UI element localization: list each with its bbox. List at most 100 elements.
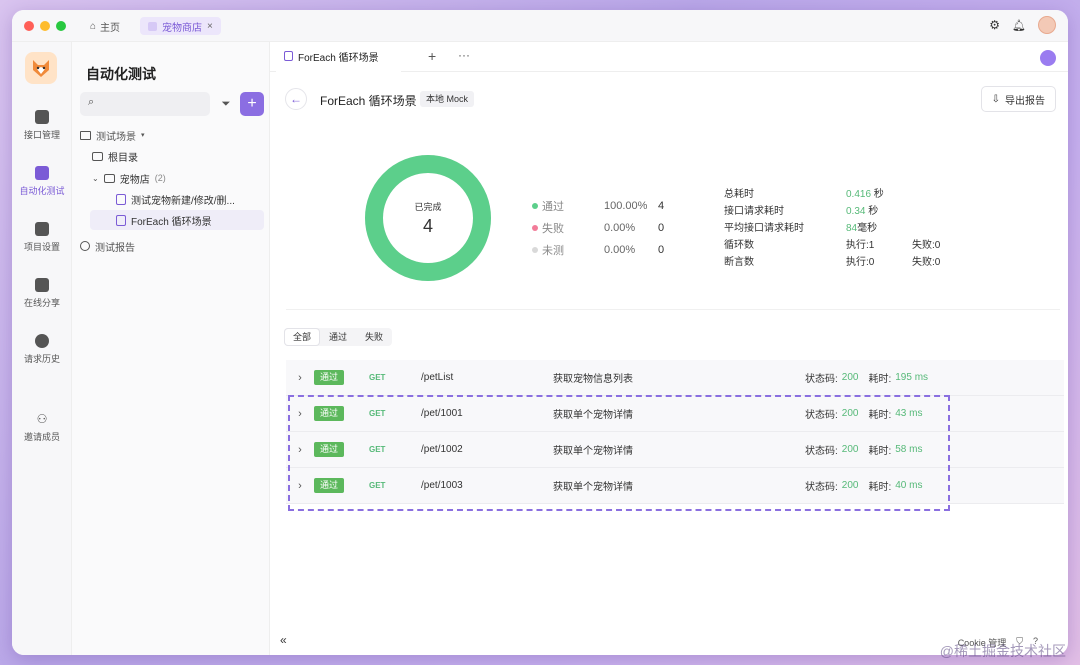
stat-value: 0.34	[846, 206, 866, 217]
sidebar-item-label: 邀请成员	[23, 432, 60, 442]
bell-icon[interactable]: 🔔︎	[1012, 19, 1026, 32]
request-method: GET	[369, 373, 386, 382]
stat-request-time: 接口请求耗时 0.34 秒	[724, 201, 940, 218]
legend-label: 通过	[542, 201, 564, 213]
titlebar: ⌂ 主页 宠物商店 × ⚙ 🔔︎	[12, 10, 1068, 42]
scenario-file-icon	[284, 51, 293, 61]
filter-tab-pass[interactable]: 通过	[321, 329, 355, 345]
filter-tab-fail[interactable]: 失败	[357, 329, 391, 345]
folder-icon	[92, 151, 103, 161]
legend-count: 4	[658, 200, 665, 212]
tab-pet-shop[interactable]: 宠物商店 ×	[140, 17, 221, 35]
sidebar-item-label: 在线分享	[23, 298, 60, 308]
watermark: @稀土掘金技术社区	[939, 643, 1066, 659]
stat-loops: 循环数 执行:1 失败:0	[724, 235, 940, 252]
stats-list: 总耗时 0.416 秒 接口请求耗时 0.34 秒 平均接口请求耗时 84毫秒 …	[724, 184, 940, 269]
stat-value: 0.416	[846, 189, 872, 200]
home-icon: ⌂	[90, 21, 97, 32]
legend-fail: 失败 0.00% 0	[532, 220, 664, 236]
app-window: ⌂ 主页 宠物商店 × ⚙ 🔔︎ 接口管理 自动化测试 项目设置 在线分享 请求…	[12, 10, 1068, 655]
api-icon	[35, 110, 49, 124]
sidebar-item-label: 自动化测试	[19, 186, 65, 196]
collapse-sidebar-icon[interactable]: «	[280, 633, 287, 647]
search-input[interactable]: ⌕	[80, 92, 210, 116]
minimize-window-button[interactable]	[40, 21, 50, 31]
chevron-right-icon[interactable]: ›	[286, 372, 314, 384]
stat-unit: 秒	[865, 206, 879, 217]
filter-button[interactable]: ⏷	[214, 92, 238, 116]
add-button[interactable]: +	[240, 92, 264, 116]
tree-item-scenario-selected[interactable]: ForEach 循环场景	[90, 210, 264, 230]
settings-icon	[35, 222, 49, 236]
stat-value-failed: 失败:0	[912, 240, 941, 251]
maximize-window-button[interactable]	[56, 21, 66, 31]
scenario-file-icon	[116, 214, 126, 226]
refresh-icon[interactable]	[1040, 50, 1056, 66]
scenario-header: ← ForEach 循环场景 本地 Mock ⇩ 导出报告	[270, 86, 1068, 112]
add-tab-icon[interactable]: +	[428, 48, 436, 64]
sidebar-item-label: 接口管理	[23, 130, 60, 140]
tree-section-scenarios[interactable]: 测试场景 ▾	[80, 125, 145, 145]
avatar[interactable]	[1038, 16, 1056, 34]
sidebar-item-automation[interactable]: 自动化测试	[12, 166, 72, 197]
scenario-file-icon	[116, 193, 126, 205]
result-donut-chart: 已完成 4	[365, 155, 491, 281]
tab-label: ForEach 循环场景	[298, 52, 379, 64]
gear-icon[interactable]: ⚙	[989, 18, 1000, 32]
stat-key: 总耗时	[724, 189, 754, 200]
legend-dot	[532, 247, 538, 253]
arrow-left-icon: ←	[290, 92, 302, 106]
sidebar-item-label: 请求历史	[23, 354, 60, 364]
sidebar-item-invite[interactable]: ⚇ 邀请成员	[12, 412, 72, 443]
legend-untested: 未测 0.00% 0	[532, 242, 664, 258]
scenario-title: ForEach 循环场景	[320, 94, 417, 108]
more-icon[interactable]: ···	[458, 48, 470, 62]
summary-panel: 已完成 4 通过 100.00% 4 失败 0.00% 0 未测 0.00% 0	[286, 142, 1060, 310]
sidebar-item-share[interactable]: 在线分享	[12, 278, 72, 309]
tree-item-count: (2)	[154, 173, 166, 183]
tree-item-label: 测试宠物新建/修改/删...	[131, 195, 235, 207]
tab-foreach-scenario[interactable]: ForEach 循环场景	[276, 42, 401, 72]
plus-icon: +	[247, 95, 257, 112]
legend-count: 0	[658, 244, 665, 256]
status-label: 状态码:	[805, 374, 838, 385]
stat-key: 接口请求耗时	[724, 206, 784, 217]
filter-tab-all[interactable]: 全部	[285, 329, 320, 345]
tree-item-root[interactable]: 根目录	[92, 146, 138, 166]
export-report-button[interactable]: ⇩ 导出报告	[980, 86, 1056, 112]
legend-pct: 0.00%	[604, 222, 636, 234]
tree-section-reports[interactable]: 测试报告	[80, 236, 135, 256]
request-row[interactable]: › 通过 GET /petList 获取宠物信息列表 状态码: 200 耗时: …	[286, 360, 1064, 396]
close-window-button[interactable]	[24, 21, 34, 31]
fox-logo-icon	[33, 60, 49, 77]
section-label: 测试报告	[95, 242, 135, 254]
history-icon	[35, 334, 49, 348]
tree-item-label: 宠物店	[119, 174, 150, 186]
time-label: 耗时:	[868, 374, 892, 385]
stat-unit: 毫秒	[857, 223, 878, 234]
stat-unit: 秒	[871, 189, 884, 200]
tree-item-pet-shop[interactable]: ⌄ 宠物店 (2)	[92, 168, 166, 188]
invite-icon: ⚇	[36, 412, 48, 426]
sidebar-item-api[interactable]: 接口管理	[12, 110, 72, 141]
legend-label: 未测	[542, 245, 564, 257]
legend-label: 失败	[542, 223, 564, 235]
tree-item-scenario[interactable]: 测试宠物新建/修改/删...	[116, 189, 235, 209]
tab-home[interactable]: ⌂ 主页	[90, 18, 120, 35]
share-icon	[35, 278, 49, 292]
request-path: /petList	[421, 372, 454, 383]
caret-down-icon: ▾	[141, 132, 145, 139]
highlight-loop-requests	[288, 395, 950, 511]
legend-dot	[532, 203, 538, 209]
sidebar-item-settings[interactable]: 项目设置	[12, 222, 72, 253]
back-button[interactable]: ←	[285, 88, 307, 110]
legend-dot	[532, 225, 538, 231]
sidebar-item-label: 项目设置	[23, 242, 60, 252]
close-tab-icon[interactable]: ×	[207, 21, 213, 32]
stat-value-failed: 失败:0	[912, 257, 941, 268]
stat-key: 平均接口请求耗时	[724, 223, 804, 234]
chevron-down-icon: ⌄	[92, 173, 99, 183]
shop-icon	[148, 21, 157, 31]
sidebar-item-history[interactable]: 请求历史	[12, 334, 72, 365]
pass-badge: 通过	[314, 370, 344, 385]
